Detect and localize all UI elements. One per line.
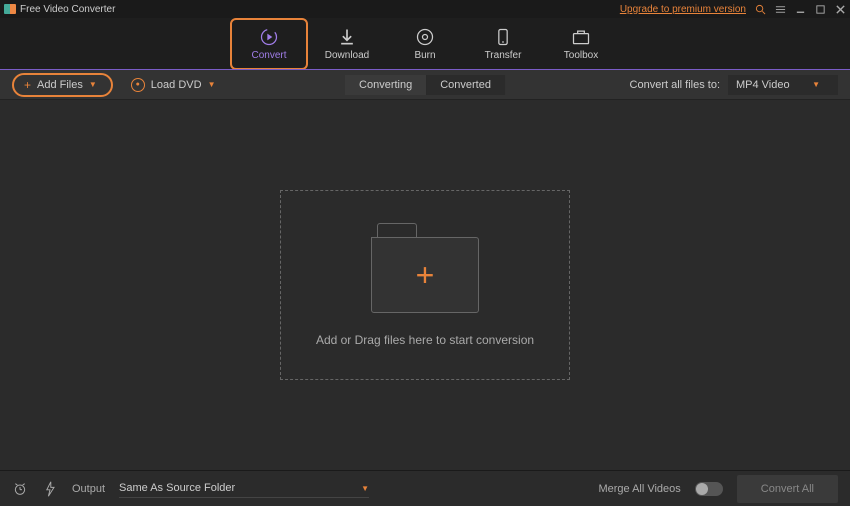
tab-converted[interactable]: Converted bbox=[426, 75, 505, 95]
chevron-down-icon: ▼ bbox=[208, 80, 216, 89]
titlebar: Free Video Converter Upgrade to premium … bbox=[0, 0, 850, 18]
footer: Output Same As Source Folder ▼ Merge All… bbox=[0, 470, 850, 506]
nav-toolbox[interactable]: Toolbox bbox=[542, 18, 620, 70]
nav-convert[interactable]: Convert bbox=[230, 18, 308, 70]
close-icon[interactable] bbox=[834, 3, 846, 15]
nav-burn[interactable]: Burn bbox=[386, 18, 464, 70]
nav-label: Transfer bbox=[485, 50, 522, 61]
maximize-icon[interactable] bbox=[814, 3, 826, 15]
menu-icon[interactable] bbox=[774, 3, 786, 15]
download-icon bbox=[337, 27, 357, 47]
nav-transfer[interactable]: Transfer bbox=[464, 18, 542, 70]
load-dvd-button[interactable]: ● Load DVD ▼ bbox=[123, 75, 224, 95]
output-path: Same As Source Folder bbox=[119, 482, 235, 494]
convert-all-button[interactable]: Convert All bbox=[737, 475, 838, 503]
search-icon[interactable] bbox=[754, 3, 766, 15]
burn-icon bbox=[415, 27, 435, 47]
nav-label: Toolbox bbox=[564, 50, 598, 61]
app-logo bbox=[4, 4, 16, 14]
dropzone[interactable]: + Add or Drag files here to start conver… bbox=[280, 190, 570, 380]
merge-toggle[interactable] bbox=[695, 482, 723, 496]
load-dvd-label: Load DVD bbox=[151, 79, 202, 91]
convert-all-label: Convert all files to: bbox=[630, 79, 720, 91]
nav-download[interactable]: Download bbox=[308, 18, 386, 70]
chevron-down-icon: ▼ bbox=[361, 484, 369, 493]
main-nav: Convert Download Burn Transfer Toolbox bbox=[0, 18, 850, 70]
nav-label: Convert bbox=[251, 50, 286, 61]
toolbar: + Add Files ▼ ● Load DVD ▼ Converting Co… bbox=[0, 70, 850, 100]
nav-label: Download bbox=[325, 50, 369, 61]
alarm-icon[interactable] bbox=[12, 481, 28, 497]
tab-converting[interactable]: Converting bbox=[345, 75, 426, 95]
drop-text: Add or Drag files here to start conversi… bbox=[316, 333, 534, 347]
output-format-select[interactable]: MP4 Video bbox=[728, 75, 838, 95]
upgrade-link[interactable]: Upgrade to premium version bbox=[620, 4, 746, 15]
toolbox-icon bbox=[571, 27, 591, 47]
output-label: Output bbox=[72, 483, 105, 495]
plus-icon: + bbox=[24, 78, 31, 92]
transfer-icon bbox=[493, 27, 513, 47]
add-files-label: Add Files bbox=[37, 79, 83, 91]
convert-icon bbox=[259, 27, 279, 47]
minimize-icon[interactable] bbox=[794, 3, 806, 15]
chevron-down-icon: ▼ bbox=[89, 80, 97, 89]
main-area: + Add or Drag files here to start conver… bbox=[0, 100, 850, 470]
nav-label: Burn bbox=[414, 50, 435, 61]
output-folder-select[interactable]: Same As Source Folder ▼ bbox=[119, 479, 369, 498]
app-title: Free Video Converter bbox=[20, 4, 620, 15]
merge-label: Merge All Videos bbox=[598, 483, 680, 495]
dvd-icon: ● bbox=[131, 78, 145, 92]
plus-icon: + bbox=[416, 257, 435, 294]
folder-add-icon: + bbox=[371, 223, 479, 313]
add-files-button[interactable]: + Add Files ▼ bbox=[12, 73, 113, 97]
gpu-accel-icon[interactable] bbox=[42, 481, 58, 497]
